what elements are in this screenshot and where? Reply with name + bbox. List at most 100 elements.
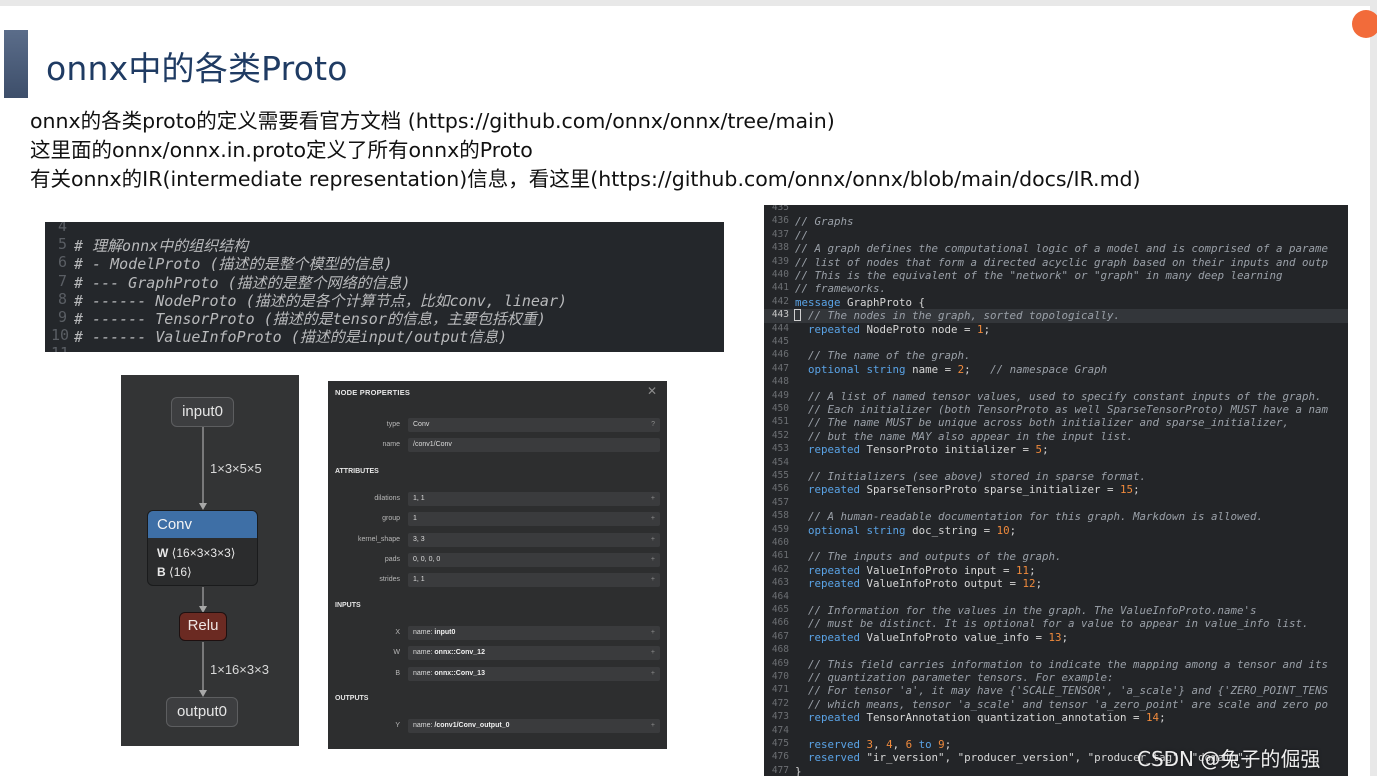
code-line: 450 // Each initializer (both TensorProt… xyxy=(764,403,1348,416)
code-text: // Each initializer (both TensorProto as… xyxy=(808,403,1329,416)
line-number: 464 xyxy=(771,590,789,602)
code-text: // must be distinct. It is optional for … xyxy=(808,617,1309,631)
code-editor-graphproto[interactable]: 435 436 // Graphs 437 // 438 // A graph define… xyxy=(764,205,1348,776)
prop-field[interactable]: 1, 1 + xyxy=(408,573,660,588)
prop-field[interactable]: 1, 1 + xyxy=(408,492,660,506)
outputs-header: OUTPUTS xyxy=(335,695,369,702)
attributes-header: ATTRIBUTES xyxy=(335,468,379,475)
inputs-header: INPUTS xyxy=(335,602,361,609)
expand-plus-icon[interactable]: + xyxy=(651,629,655,636)
line-number: 6 xyxy=(57,253,67,272)
graph-node-relu[interactable]: Relu xyxy=(179,612,227,641)
prop-field[interactable]: name: input0 + xyxy=(408,626,660,640)
prop-label: group xyxy=(382,515,400,523)
expand-plus-icon[interactable]: + xyxy=(651,576,655,583)
line-number: 442 xyxy=(771,295,789,307)
line-number: 456 xyxy=(771,483,789,495)
code-line: 442 message GraphProto { xyxy=(764,296,1348,309)
code-text: // The inputs and outputs of the graph. xyxy=(808,550,1062,564)
expand-plus-icon[interactable]: + xyxy=(651,649,655,656)
line-number: 5 xyxy=(57,235,67,254)
expand-plus-icon[interactable]: + xyxy=(651,495,655,502)
code-text: repeated ValueInfoProto output = 12; xyxy=(808,577,1043,591)
line-number: 477 xyxy=(771,764,789,776)
line-number: 465 xyxy=(771,604,789,615)
line-number: 446 xyxy=(771,349,789,361)
slide-title: onnx中的各类Proto xyxy=(46,49,348,88)
conv-node-title: Conv xyxy=(148,511,257,538)
prop-field-name[interactable]: /conv1/Conv xyxy=(408,438,660,452)
body-line-1: onnx的各类proto的定义需要看官方文档 (https://github.c… xyxy=(30,109,835,133)
prop-field[interactable]: 1 + xyxy=(408,512,660,527)
code-line: 472 // which means, tensor 'a_scale' and… xyxy=(764,698,1348,711)
code-text: // This field carries information to ind… xyxy=(808,657,1329,671)
line-number: 462 xyxy=(771,563,789,575)
line-number: 10 xyxy=(51,326,70,345)
code-line: 449 // A list of named tensor values, us… xyxy=(764,390,1348,403)
conv-w-shape: ⟨16×3×3×3⟩ xyxy=(171,546,236,560)
code-text: // The nodes in the graph, sorted topolo… xyxy=(808,309,1121,323)
edge-label-input-shape: 1×3×5×5 xyxy=(210,461,262,476)
expand-plus-icon[interactable]: + xyxy=(651,515,655,522)
code-text: repeated TensorProto initializer = 5; xyxy=(808,443,1049,457)
code-text: // which means, tensor 'a_scale' and ten… xyxy=(808,697,1329,711)
prop-label: Y xyxy=(395,722,400,729)
prop-field[interactable]: name: onnx::Conv_12 + xyxy=(408,646,660,661)
code-text: // The name of the graph. xyxy=(808,349,971,363)
prop-value-name: /conv1/Conv xyxy=(413,441,452,448)
body-line-3: 有关onnx的IR(intermediate representation)信息… xyxy=(30,167,1141,191)
line-number: 460 xyxy=(771,537,789,548)
code-line: 462 repeated ValueInfoProto input = 11; xyxy=(764,564,1348,577)
close-icon[interactable]: ✕ xyxy=(647,384,657,398)
graph-node-output[interactable]: output0 xyxy=(166,697,238,727)
line-number: 476 xyxy=(771,751,789,763)
help-icon[interactable]: ? xyxy=(651,421,655,428)
prop-value: 3, 3 xyxy=(413,535,425,543)
code-text: // A human-readable documentation for th… xyxy=(808,510,1264,524)
code-text: // quantization parameter tensors. For e… xyxy=(808,671,1114,684)
expand-plus-icon[interactable]: + xyxy=(651,536,655,543)
code-line: 453 repeated TensorProto initializer = 5… xyxy=(764,443,1348,456)
code-text: // The name MUST be unique across both i… xyxy=(808,416,1290,430)
line-number: 471 xyxy=(771,684,789,696)
line-number: 444 xyxy=(771,322,789,334)
prop-field-type[interactable]: Conv? xyxy=(408,418,660,432)
line-number: 7 xyxy=(57,271,67,290)
line-number: 470 xyxy=(771,671,789,682)
expand-plus-icon[interactable]: + xyxy=(651,722,655,729)
code-line: 471 // For tensor 'a', it may have {'SCA… xyxy=(764,684,1348,697)
line-number: 448 xyxy=(771,376,789,388)
line-number: 455 xyxy=(771,470,789,481)
code-text: # ------ ValueInfoProto (描述的是input/outpu… xyxy=(74,328,508,347)
prop-field[interactable]: name: onnx::Conv_13 + xyxy=(408,666,660,681)
prop-field[interactable]: 0, 0, 0, 0 + xyxy=(408,552,660,567)
prop-value: onnx::Conv_13 xyxy=(434,669,485,677)
prop-label: kernel_shape xyxy=(357,535,400,543)
code-text: optional string doc_string = 10; xyxy=(808,523,1017,537)
code-line: 464 xyxy=(764,591,1348,604)
code-line: 444 repeated NodeProto node = 1; xyxy=(764,323,1348,336)
code-text: // A list of named tensor values, used t… xyxy=(808,389,1322,403)
code-line: 440 // This is the equivalent of the "net… xyxy=(764,269,1348,282)
expand-plus-icon[interactable]: + xyxy=(651,556,655,563)
code-line: 441 // frameworks. xyxy=(764,282,1348,295)
conv-w-key: W xyxy=(157,546,169,560)
prop-field[interactable]: name: /conv1/Conv_output_0 + xyxy=(408,719,660,733)
code-line: 465 // Information for the values in the… xyxy=(764,604,1348,617)
prop-label: W xyxy=(393,649,400,657)
prop-value: input0 xyxy=(434,629,456,636)
orange-circle-icon[interactable] xyxy=(1352,10,1377,38)
code-line: 473 repeated TensorAnnotation quantizati… xyxy=(764,711,1348,724)
expand-plus-icon[interactable]: + xyxy=(651,670,655,677)
graph-node-input[interactable]: input0 xyxy=(171,397,234,427)
line-number: 468 xyxy=(771,644,789,656)
code-text: repeated ValueInfoProto value_info = 13; xyxy=(808,630,1069,644)
body-line-2: 这里面的onnx/onnx.in.proto定义了所有onnx的Proto xyxy=(30,138,533,162)
prop-field[interactable]: 3, 3 + xyxy=(408,532,660,547)
graph-node-conv[interactable]: Conv W ⟨16×3×3×3⟩ B ⟨16⟩ xyxy=(147,510,258,586)
line-number: 436 xyxy=(771,215,789,227)
code-line: 470 // quantization parameter tensors. F… xyxy=(764,671,1348,684)
line-number: 458 xyxy=(771,510,789,522)
line-number: 459 xyxy=(771,523,789,535)
line-number: 435 xyxy=(771,205,789,213)
